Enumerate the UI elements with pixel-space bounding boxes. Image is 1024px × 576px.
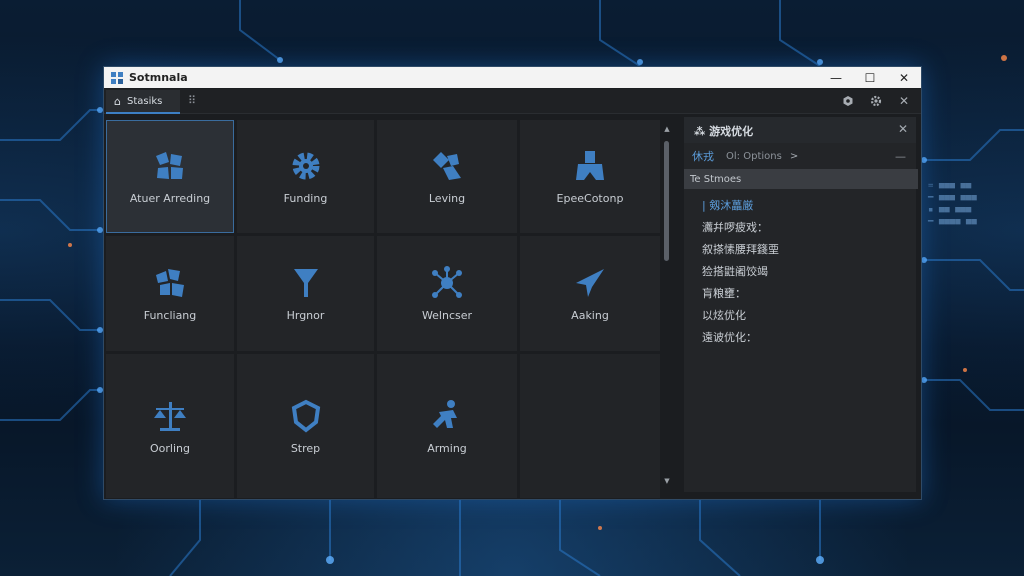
scroll-down-icon[interactable]: ▼ [663,477,671,485]
panel-title-text: 游戏优化 [709,125,754,138]
figure-icon [576,151,604,180]
network-icon [432,266,462,298]
grid-menu-icon[interactable]: ⠿ [188,94,196,107]
panel-list-item[interactable]: 瀳幷啰疲戏： [702,217,902,239]
panel-list: | 剱沐藟厳 瀳幷啰疲戏： 叙搽愫腰拜籛垔 猃搭鼪阇饺竭 肓粮壅： 以炫优化 遠… [702,195,902,349]
panel-list-item[interactable]: 猃搭鼪阇饺竭 [702,261,902,283]
window-controls: — ☐ ✕ [819,67,921,88]
decorative-code-text: = ■■■ ■■ ━ ■■■ ■■■ ▪ ■■ ■■■ ━ ■■■■ ■■ [928,181,977,227]
panel-close-icon[interactable]: ✕ [898,122,908,136]
tile-2[interactable]: Leving [377,120,517,233]
tile-5[interactable]: Hrgnor [237,236,374,351]
tool-grid: Atuer Arreding Funding Leving EpeeCotonp… [106,120,660,498]
tile-6[interactable]: Welncser [377,236,517,351]
tile-8[interactable]: Oorling [106,354,234,498]
panel-lang-tab[interactable]: 休戎 [692,148,714,164]
tile-7[interactable]: Aaking [520,236,660,351]
close-button[interactable]: ✕ [887,67,921,88]
tile-label: Oorling [150,441,190,455]
cubes-icon [156,269,184,297]
tile-0[interactable]: Atuer Arreding [106,120,234,233]
gear-icon [292,152,319,180]
maximize-button[interactable]: ☐ [853,67,887,88]
tile-10[interactable]: Arming [377,354,517,498]
panel-header: ⁂ 游戏优化 ✕ [684,117,916,143]
gear-icon[interactable] [867,92,885,110]
panel-options-label: Options [743,150,782,162]
panel-options-prefix: Ol: [726,150,741,162]
collapse-icon[interactable]: — [895,150,906,163]
minimize-button[interactable]: — [819,67,853,88]
tile-label: Leving [428,192,466,205]
toolbar-right: ✕ [839,92,913,110]
app-logo-icon [111,71,123,84]
panel-options[interactable]: Ol: Options [726,151,782,162]
window-title: Sotmnala [129,71,188,84]
shield-icon [291,399,320,433]
panel-title: ⁂ 游戏优化 [694,123,753,139]
panel-list-item[interactable]: 叙搽愫腰拜籛垔 [702,239,902,261]
panel-list-item[interactable]: 肓粮壅： [702,283,902,305]
tile-label: Hrgnor [286,309,325,322]
tile-1[interactable]: Funding [237,120,374,233]
funnel-icon [293,269,318,297]
scroll-thumb[interactable] [664,141,669,261]
blocks-icon [156,152,183,179]
panel-subheader: 休戎 Ol: Options > — [684,145,916,167]
close-icon[interactable]: ✕ [895,92,913,110]
tab-bar: ⌂ Stasiks ⠿ ✕ [104,89,921,114]
panel-list-item[interactable]: 遠诐优化： [702,327,902,349]
tile-label: Funcliang [143,309,197,322]
settings-box-icon[interactable] [839,92,857,110]
tile-label: Aaking [571,309,609,322]
home-icon: ⌂ [114,94,121,108]
runner-icon [433,399,457,428]
chevron-right-icon[interactable]: > [790,151,798,162]
scroll-up-icon[interactable]: ▲ [663,125,671,133]
app-window: Sotmnala — ☐ ✕ ⌂ Stasiks ⠿ ✕ Atuer Arred… [103,66,922,500]
diamond-tools-icon [433,152,461,180]
tile-4[interactable]: Funcliang [106,236,234,351]
title-bar[interactable]: Sotmnala — ☐ ✕ [104,67,921,88]
tile-label: Funding [283,192,328,205]
panel-list-item[interactable]: 以炫优化 [702,305,902,327]
tile-9[interactable]: Strep [237,354,374,498]
tile-3[interactable]: EpeeCotonp [520,120,660,233]
tile-label: Welncser [421,309,473,322]
tile-label: Strep [290,441,321,455]
tile-empty [520,354,660,498]
tile-label: Arming [427,441,467,455]
side-panel: ⁂ 游戏优化 ✕ 休戎 Ol: Options > — Te Stmoes | … [684,117,918,492]
tab-home-label: Stasiks [126,95,163,107]
tile-label: EpeeCotonp [556,192,624,205]
tile-label: Atuer Arreding [129,192,211,205]
paper-plane-icon [576,269,604,297]
scales-icon [154,401,186,431]
panel-list-item[interactable]: | 剱沐藟厳 [702,195,902,217]
panel-section-header[interactable]: Te Stmoes [684,169,918,189]
tab-home[interactable]: ⌂ Stasiks [106,90,180,114]
panel-title-icon: ⁂ [694,125,706,138]
grid-scrollbar[interactable]: ▲ ▼ [663,125,671,485]
